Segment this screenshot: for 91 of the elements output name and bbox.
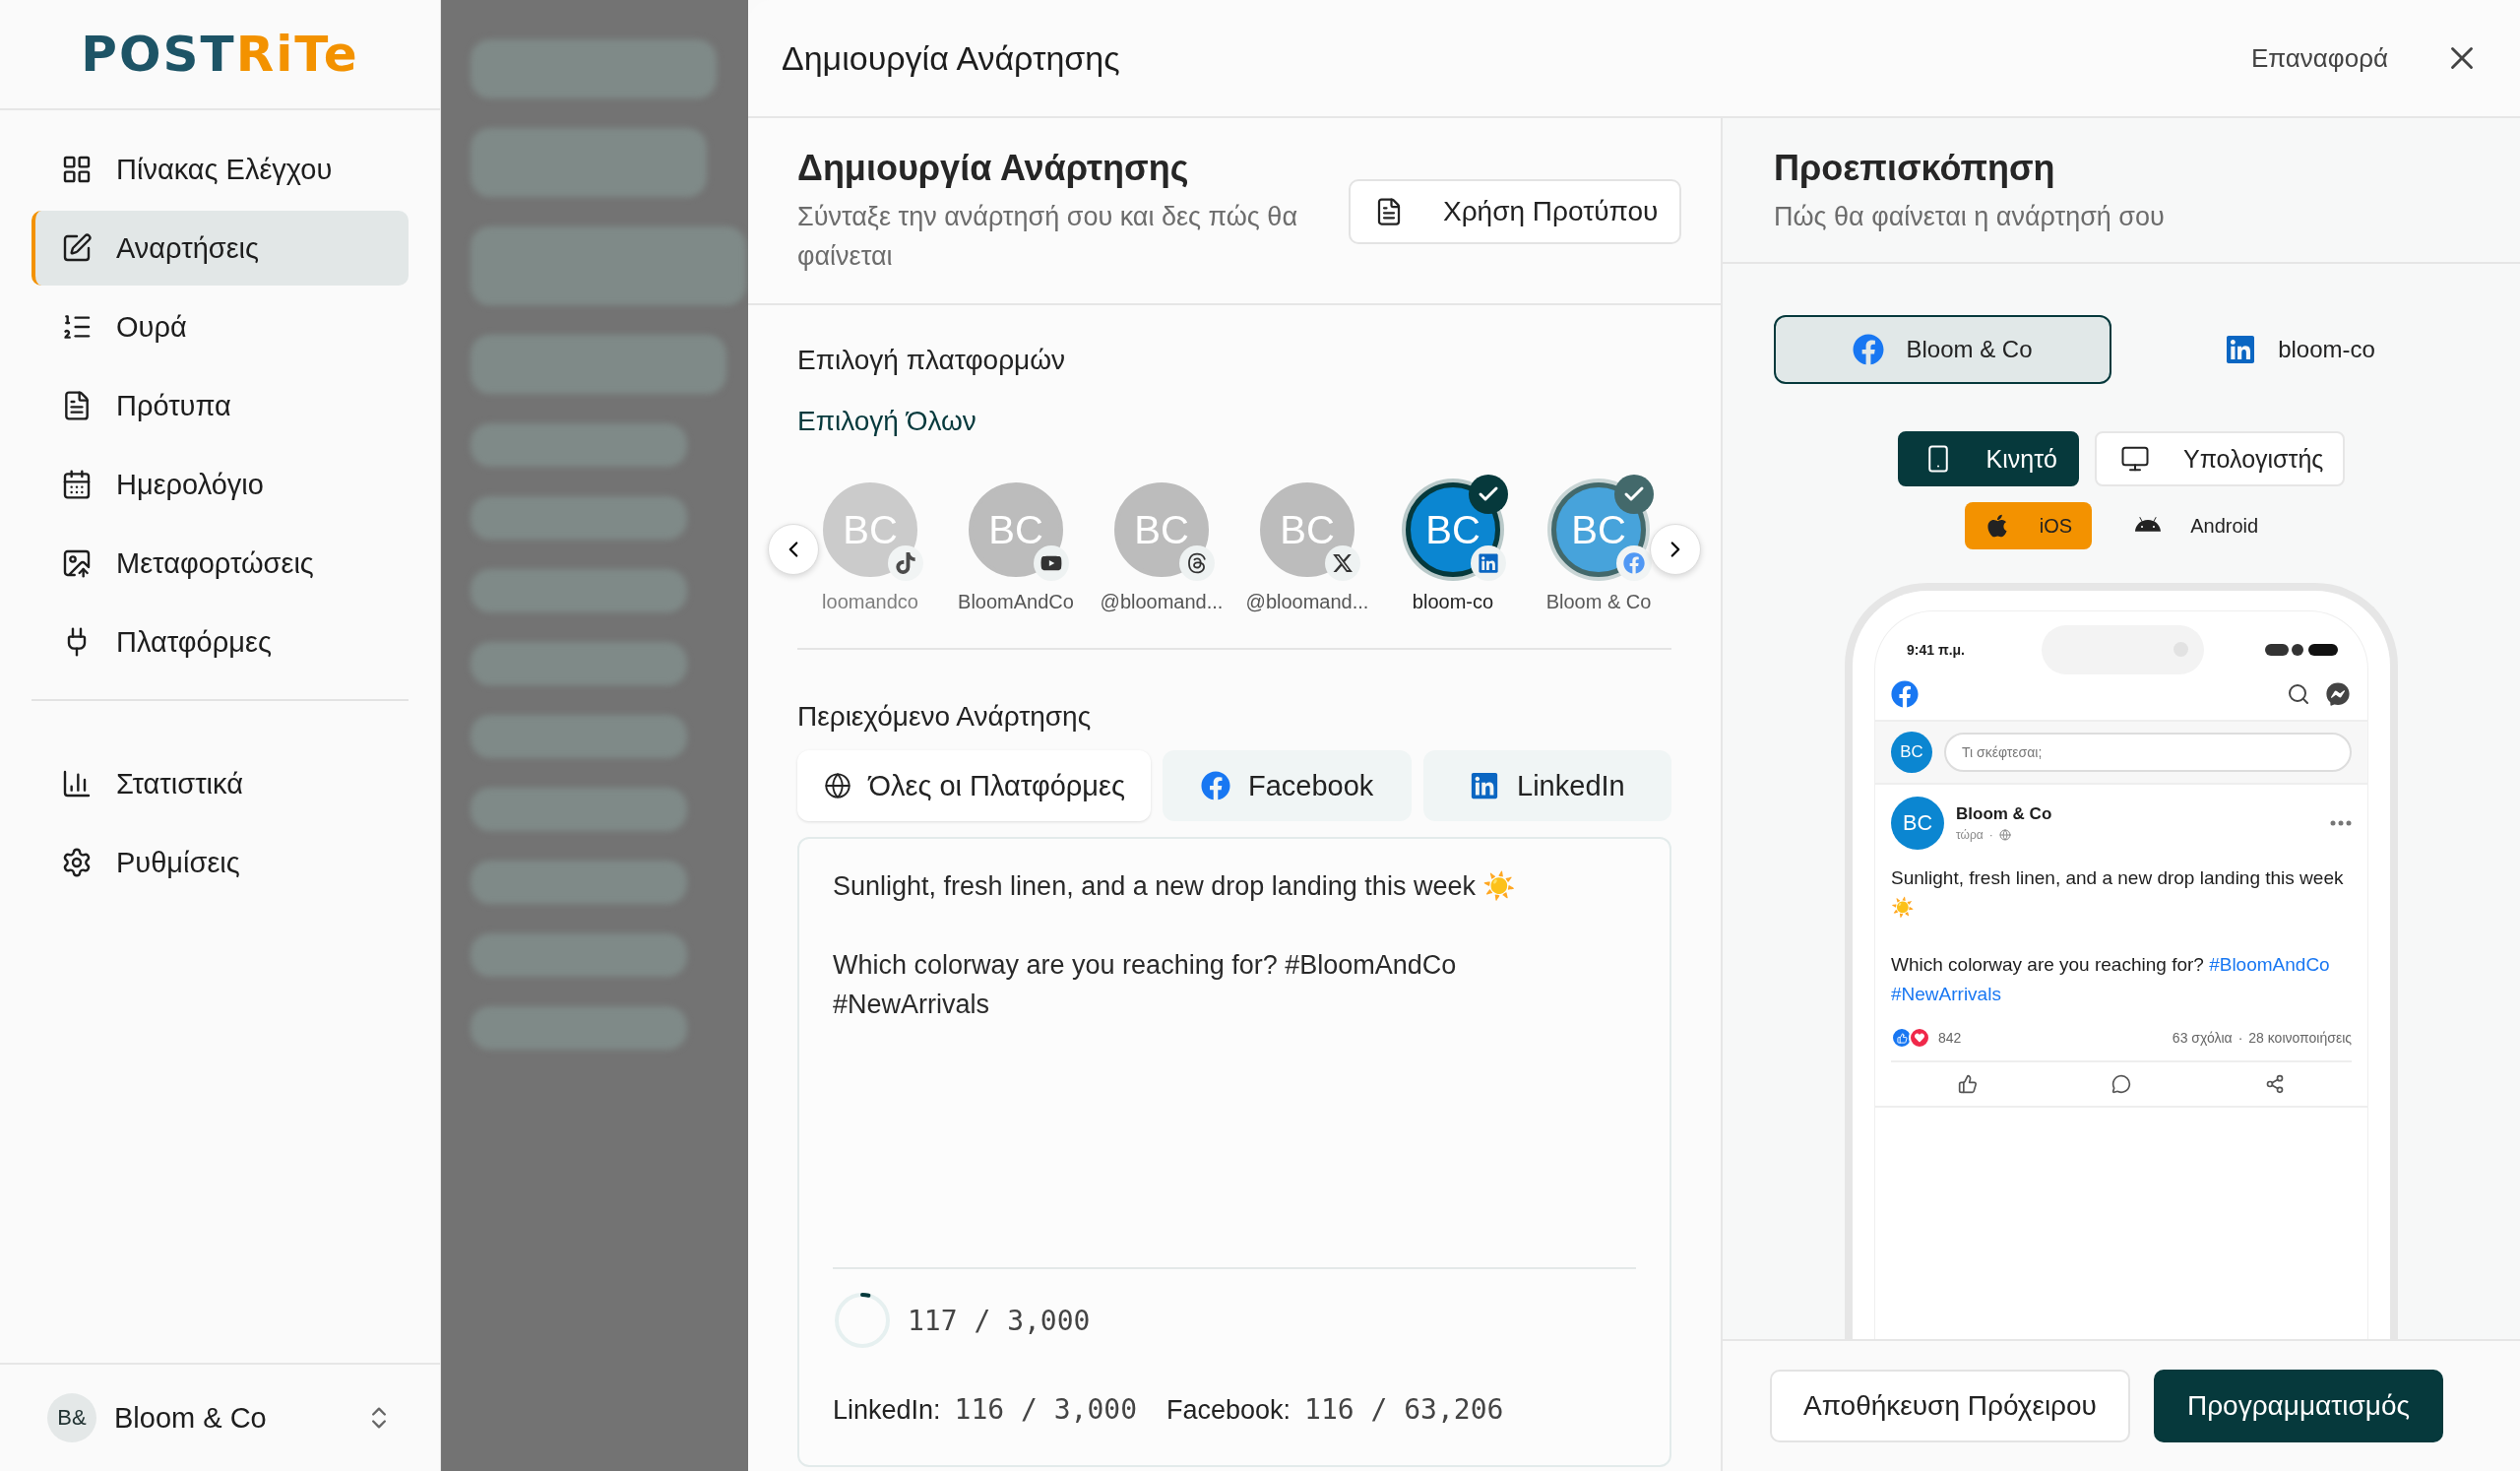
- device-toggle[interactable]: Κινητό: [1897, 431, 2080, 486]
- hashtag-link[interactable]: #NewArrivals: [1891, 984, 2001, 1004]
- reactions-icon: [1891, 1027, 1926, 1049]
- nav-item[interactable]: Πρότυπα: [32, 368, 409, 443]
- schedule-button[interactable]: Προγραμματισμός: [2153, 1370, 2443, 1442]
- post-time: τώρα: [1956, 828, 1984, 842]
- upload-icon: [61, 547, 93, 579]
- calendar-icon: [61, 469, 93, 500]
- nav-item[interactable]: Ρυθμίσεις: [32, 825, 409, 900]
- more-icon[interactable]: [2330, 820, 2352, 826]
- account-label: @bloomand...: [1100, 591, 1224, 613]
- facebook-icon: [1200, 771, 1230, 800]
- section-label: Επιλογή πλατφορμών: [797, 345, 1067, 376]
- content-tab[interactable]: Όλες οι Πλατφόρμες: [797, 750, 1152, 821]
- like-icon[interactable]: [1958, 1074, 1978, 1094]
- user-avatar: BC: [1891, 732, 1932, 773]
- post-text: Sunlight, fresh linen, and a new drop landing this week ☀: [833, 869, 1518, 903]
- check-icon: [1614, 475, 1654, 514]
- settings-icon: [61, 847, 93, 878]
- status-indicators-icon: [2265, 643, 2338, 657]
- comment-count: 63 σχόλια: [2172, 1030, 2233, 1046]
- os-toggle[interactable]: iOS: [1964, 502, 2093, 549]
- status-input-field[interactable]: Τι σκέφτεσαι;: [1944, 733, 2352, 772]
- nav-item[interactable]: Ουρά: [32, 289, 409, 364]
- character-count: 117 / 3,000: [908, 1304, 1091, 1337]
- check-icon: [1469, 475, 1508, 514]
- page-avatar: BC: [1891, 797, 1944, 850]
- x-icon: [1332, 552, 1354, 574]
- nav-item[interactable]: Μεταφορτώσεις: [32, 526, 409, 601]
- separator: ·: [2237, 1030, 2243, 1046]
- linkedin-icon: [1478, 552, 1499, 574]
- content-tab[interactable]: LinkedIn: [1422, 750, 1671, 821]
- facebook-icon: [1623, 552, 1645, 574]
- share-icon[interactable]: [2265, 1074, 2285, 1094]
- stats-icon: [61, 768, 93, 799]
- post-text: Which colorway are you reaching for? #BloomAndCo #NewArrivals: [833, 949, 1458, 1021]
- content-tab[interactable]: Facebook: [1163, 750, 1412, 821]
- edit-icon: [61, 232, 93, 264]
- reaction-count: 842: [1938, 1030, 1963, 1046]
- nav-item[interactable]: Ημερολόγιο: [32, 447, 409, 522]
- platform-limit-label: LinkedIn:: [833, 1395, 941, 1426]
- preview-subtitle: Πώς θα φαίνεται η ανάρτησή σου: [1774, 201, 2166, 233]
- nav-item[interactable]: Πλατφόρμες: [32, 605, 409, 679]
- composer-subtitle: Σύνταξε την ανάρτησή σου και δες πώς θα φαίνεται: [797, 201, 1298, 273]
- nav-item[interactable]: Στατιστικά: [32, 746, 409, 821]
- monitor-icon: [2120, 444, 2151, 474]
- postrite-logo: POSTRiTe: [81, 26, 359, 83]
- post-author: Bloom & Co: [1956, 804, 2053, 824]
- comment-icon[interactable]: [2111, 1074, 2131, 1094]
- linkedin-icon: [2225, 334, 2257, 365]
- account-label: Bloom & Co: [1545, 591, 1652, 613]
- modal-title: Δημιουργία Ανάρτησης: [782, 38, 1121, 78]
- nav-item[interactable]: Πίνακας Ελέγχου: [32, 132, 409, 207]
- status-time: 9:41 π.μ.: [1907, 642, 1966, 658]
- device-toggle[interactable]: Υπολογιστής: [2095, 431, 2346, 486]
- linkedin-icon: [1470, 771, 1500, 800]
- preview-account-tab[interactable]: bloom-co: [2131, 315, 2469, 384]
- account-name: Bloom & Co: [114, 1401, 268, 1435]
- platform-limit-count: 116 / 63,206: [1304, 1393, 1504, 1426]
- tiktok-icon: [895, 552, 916, 574]
- save-draft-button[interactable]: Αποθήκευση Πρόχειρου: [1770, 1370, 2130, 1442]
- threads-icon: [1186, 552, 1208, 574]
- use-template-button[interactable]: Χρήση Προτύπου: [1349, 179, 1682, 244]
- reset-button[interactable]: Επαναφορά: [2244, 41, 2394, 75]
- account-label: BloomAndCo: [958, 591, 1074, 613]
- composer-title: Δημιουργία Ανάρτησης: [797, 148, 1190, 189]
- section-label: Περιεχόμενο Ανάρτησης: [797, 701, 1093, 733]
- select-all-link[interactable]: Επιλογή Όλων: [797, 406, 1671, 437]
- facebook-icon: [1853, 334, 1885, 365]
- nav-item[interactable]: Αναρτήσεις: [32, 211, 409, 286]
- post-text-field[interactable]: Sunlight, fresh linen, and a new drop landing this week ☀ Which colorway are you reaching for? #BloomAndCo #NewArrivals 117 / 3,000 LinkedIn: 116 / 3,000 Facebook: 116 / 63,206: [797, 837, 1671, 1467]
- globe-icon: [823, 772, 851, 799]
- account-label: @bloomand...: [1245, 591, 1369, 613]
- account-label: loomandco: [822, 591, 918, 613]
- separator: ·: [1988, 828, 1993, 842]
- globe-icon: [1998, 829, 2011, 841]
- search-icon: [2287, 682, 2310, 706]
- platform-limit-label: Facebook:: [1166, 1395, 1292, 1426]
- hashtag-link[interactable]: #BloomAndCo: [2209, 954, 2330, 975]
- account-label: bloom-co: [1412, 591, 1494, 613]
- messenger-icon: [2326, 682, 2350, 706]
- account-avatar: B&: [47, 1393, 96, 1442]
- os-toggle[interactable]: Android: [2115, 502, 2279, 549]
- facebook-icon: [1891, 680, 1919, 708]
- share-count: 28 κοινοποιήσεις: [2248, 1030, 2352, 1046]
- post-text: Sunlight, fresh linen, and a new drop landing this week ☀: [1891, 866, 2345, 920]
- preview-account-tab[interactable]: Bloom & Co: [1774, 315, 2111, 384]
- platform-limit-count: 116 / 3,000: [954, 1393, 1138, 1426]
- post-text: Which colorway are you reaching for? #BloomAndCo #NewArrivals: [1891, 953, 2331, 1006]
- dashboard-icon: [61, 154, 93, 185]
- preview-title: Προεπισκόπηση: [1774, 148, 2056, 189]
